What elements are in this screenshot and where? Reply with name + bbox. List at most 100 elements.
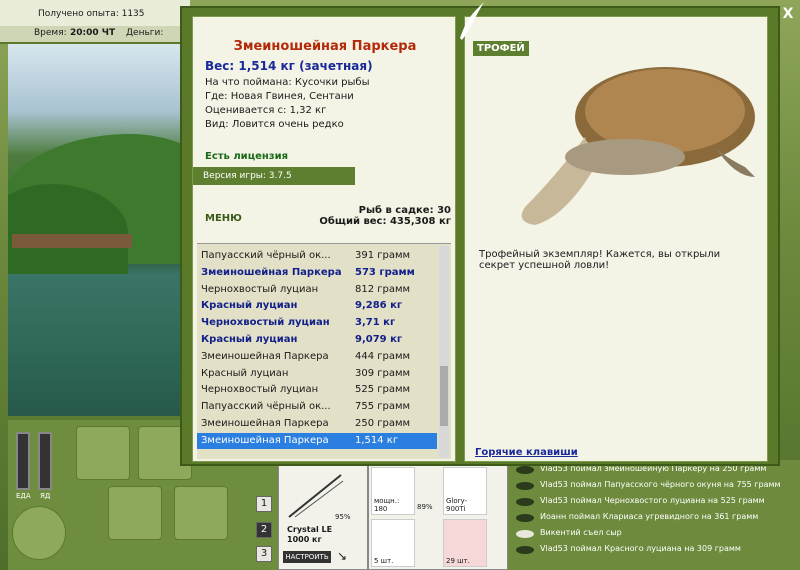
arrow-icon: ↘ [337, 549, 348, 563]
setup-button[interactable]: НАСТРОИТЬ [283, 551, 331, 563]
reel-slot[interactable]: мощн.: 180 [371, 467, 415, 515]
log-item: Викентий съел сыр [540, 528, 622, 537]
fish-weight: 755 грамм [355, 401, 411, 413]
log-item: Vlad53 поймал Чернохвостого луциана на 5… [540, 496, 765, 505]
village-houses [12, 234, 132, 248]
fish-name: Чернохвостый луциан [201, 283, 319, 295]
fish-list-row[interactable]: Змеиношейная Паркера 573 грамм [197, 265, 437, 281]
rod-percent: 95% [335, 513, 351, 521]
line-name: Glory-900Ti [446, 497, 468, 513]
log-item: Иоанн поймал Клариаса угревидного на 361… [540, 512, 759, 521]
fish-name: Змеиношейная Паркера [201, 434, 329, 446]
fish-weight: 3,71 кг [355, 317, 396, 329]
tub-slot[interactable] [174, 486, 228, 540]
fish-name: Змеиношейная Паркера [201, 418, 329, 429]
time-label: Время: [34, 28, 67, 38]
log-item: Vlad53 поймал Папуасского чёрного окуня … [540, 480, 781, 489]
value: Оценивается с: 1,32 кг [205, 105, 327, 116]
fish-list-row[interactable]: Папуасский чёрный ок... 755 грамм [197, 399, 437, 415]
fish-name: Папуасский чёрный ок... [201, 250, 331, 261]
fish-list-row[interactable]: Змеиношейная Паркера 250 грамм [197, 416, 437, 432]
license-status: Есть лицензия [205, 151, 289, 162]
fish-weight: 391 грамм [355, 250, 411, 261]
fish-list-row[interactable]: Чернохвостый луциан 525 грамм [197, 382, 437, 398]
fish-icon [516, 482, 534, 490]
slot-button-2[interactable]: 2 [256, 522, 272, 538]
fish-title: Змеиношейная Паркера [233, 39, 417, 54]
scroll-thumb[interactable] [440, 366, 448, 426]
hook-slot[interactable]: 5 шт. [371, 519, 415, 567]
fish-weight: 444 грамм [355, 350, 411, 362]
fish-weight: 573 грамм [355, 266, 415, 278]
time-money-row: Время: 20:00 ЧТ Деньги: [0, 26, 190, 42]
bait-slot[interactable]: 29 шт. [443, 519, 487, 567]
fish-weight: 525 грамм [355, 384, 411, 396]
fish-list-row[interactable]: Папуасский чёрный ок... 391 грамм [197, 248, 437, 264]
fish-weight: 1,514 кг [355, 434, 399, 446]
fish-list-row[interactable]: Красный луциан 9,286 кг [197, 298, 437, 314]
slot-button-3[interactable]: 3 [256, 546, 272, 562]
fish-icon [516, 514, 534, 522]
hook-count: 5 шт. [374, 557, 394, 565]
fish-name: Красный луциан [201, 367, 289, 379]
lizard-icon [460, 2, 484, 40]
fish-list-row[interactable]: Змеиношейная Паркера 444 грамм [197, 349, 437, 365]
menu-button[interactable]: МЕНЮ [205, 213, 242, 224]
fish-list-row[interactable]: Красный луциан 9,079 кг [197, 332, 437, 348]
lake-scene[interactable] [8, 44, 186, 416]
fish-list-row[interactable]: Чернохвостый луциан 3,71 кг [197, 315, 437, 331]
basket-slot[interactable] [108, 486, 162, 540]
fish-list-row[interactable]: Чернохвостый луциан 812 грамм [197, 282, 437, 298]
reel-percent: 89% [417, 503, 433, 511]
food-label: ЕДА [16, 492, 31, 500]
fish-list-row[interactable]: Красный луциан 309 грамм [197, 366, 437, 382]
close-button[interactable]: X [780, 6, 796, 22]
fish-icon [516, 498, 534, 506]
status-bar: Получено опыта: 1135 Время: 20:00 ЧТ Ден… [0, 0, 190, 44]
fish-icon [516, 546, 534, 554]
fish-weight: 812 грамм [355, 283, 411, 295]
food-gauge [16, 432, 30, 490]
fish-name: Красный луциан [201, 300, 298, 312]
rod-weight: 1000 кг [287, 535, 322, 544]
fish-name: Папуасский чёрный ок... [201, 401, 331, 413]
line-slot[interactable]: Glory-900Ti [443, 467, 487, 515]
event-log: Vlad53 поймал змеиношейную Паркеру на 25… [508, 460, 800, 570]
bag-slot[interactable] [76, 426, 130, 480]
fish-icon [516, 466, 534, 474]
log-item: Vlad53 поймал Красного луциана на 309 гр… [540, 544, 741, 553]
fish-weight: 9,286 кг [355, 300, 403, 312]
catch-stats: Рыб в садке: 30 Общий вес: 435,308 кг [319, 205, 451, 227]
poison-label: ЯД [40, 492, 51, 500]
bait-count: 29 шт. [446, 557, 470, 565]
pot-icon[interactable] [12, 506, 66, 560]
hotkeys-link[interactable]: Горячие клавиши [475, 447, 578, 458]
time-value: 20:00 ЧТ [70, 28, 116, 38]
fish-name: Змеиношейная Паркера [201, 350, 329, 362]
fish-weight: 309 грамм [355, 367, 411, 379]
trophy-panel: ТРОФЕЙ Трофейный экземпляр! Кажется, вы … [464, 16, 768, 462]
rod-name: Crystal LE [287, 525, 333, 534]
rod-panel[interactable]: 95% Crystal LE 1000 кг НАСТРОИТЬ ↘ [278, 464, 368, 570]
fish-name: Красный луциан [201, 334, 298, 345]
slot-button-1[interactable]: 1 [256, 496, 272, 512]
location: Где: Новая Гвинея, Сентани [205, 91, 354, 102]
caught-on: На что поймана: Кусочки рыбы [205, 77, 370, 88]
fish-weight: Вес: 1,514 кг (зачетная) [205, 59, 373, 73]
fish-name: Змеиношейная Паркера [201, 266, 342, 278]
fish-name: Чернохвостый луциан [201, 317, 330, 329]
fish-list[interactable]: Папуасский чёрный ок... 391 грамм Змеиноше… [197, 243, 451, 459]
rarity: Вид: Ловится очень редко [205, 119, 344, 130]
fish-list-row[interactable]: Змеиношейная Паркера 1,514 кг [197, 432, 437, 449]
fish-weight: 250 грамм [355, 418, 411, 429]
money-label: Деньги: [126, 28, 164, 38]
trophy-message: Трофейный экземпляр! Кажется, вы открыли… [479, 249, 721, 271]
scrollbar[interactable] [439, 246, 449, 458]
fish-info-panel: Змеиношейная Паркера Вес: 1,514 кг (заче… [192, 16, 456, 462]
poison-gauge [38, 432, 52, 490]
fish-name: Чернохвостый луциан [201, 384, 319, 396]
turtle-icon [521, 67, 755, 225]
cheese-icon [516, 530, 534, 538]
experience-text: Получено опыта: 1135 [38, 9, 145, 19]
fish-weight: 9,079 кг [355, 334, 403, 345]
